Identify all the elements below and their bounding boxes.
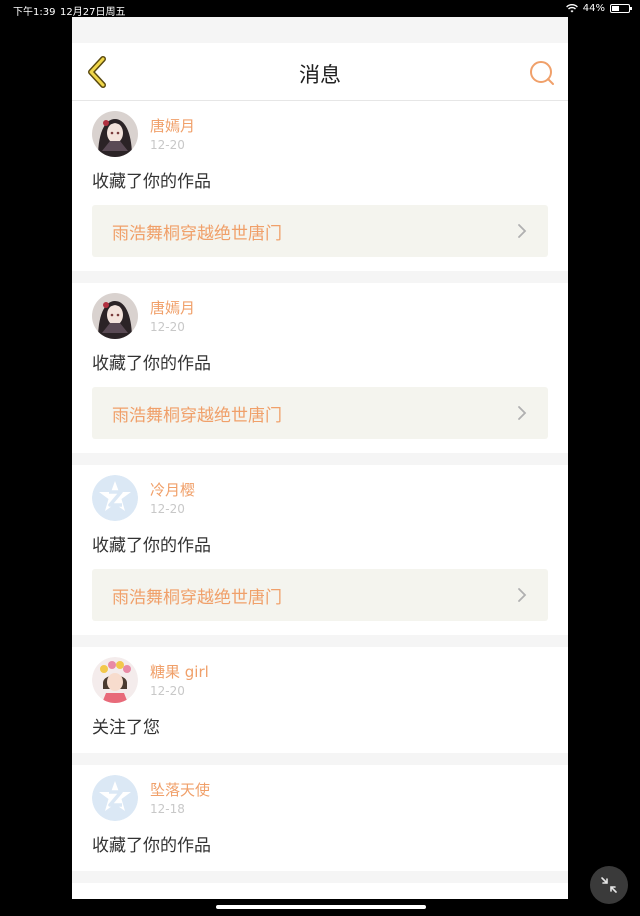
user-meta: 唐嫣月 12-20: [150, 111, 195, 153]
search-icon: [530, 61, 554, 85]
message-card: 唐嫣月 12-20 收藏了你的作品 雨浩舞桐穿越绝世唐门: [72, 283, 568, 465]
work-title: 雨浩舞桐穿越绝世唐门: [112, 587, 282, 608]
user-name[interactable]: 糖果 girl: [150, 663, 209, 681]
message-header: 冷月樱 12-20: [92, 475, 548, 525]
status-right: 44%: [565, 3, 632, 14]
work-link[interactable]: 雨浩舞桐穿越绝世唐门: [92, 569, 548, 621]
top-spacer: [72, 17, 568, 43]
search-button[interactable]: [528, 59, 556, 87]
message-header: 唐嫣月 12-20: [92, 111, 548, 161]
default-z-avatar-icon: [92, 475, 138, 521]
collapse-arrows-icon: [601, 877, 617, 893]
message-header: 坠落天使 12-18: [92, 775, 548, 825]
message-date: 12-18: [150, 802, 185, 816]
user-name[interactable]: 唐嫣月: [150, 117, 195, 135]
battery-icon: [610, 4, 632, 13]
chevron-right-icon: [518, 406, 527, 420]
avatar[interactable]: [92, 475, 138, 521]
message-action: 收藏了你的作品: [92, 172, 211, 192]
chevron-right-icon: [518, 588, 527, 602]
work-title: 雨浩舞桐穿越绝世唐门: [112, 405, 282, 426]
user-meta: 唐嫣月 12-20: [150, 293, 195, 335]
message-action: 关注了您: [92, 718, 160, 738]
anime-girl-avatar-icon: [92, 111, 138, 157]
message-date: 12-20: [150, 502, 185, 516]
wifi-icon: [565, 4, 578, 13]
message-header: 糖果 girl 12-20: [92, 657, 548, 707]
avatar[interactable]: [92, 111, 138, 157]
message-header: 唐嫣月 12-20: [92, 293, 548, 343]
home-indicator[interactable]: [216, 905, 426, 909]
user-meta: 坠落天使 12-18: [150, 775, 210, 817]
avatar[interactable]: [92, 775, 138, 821]
navigation-bar: 消息: [72, 43, 568, 101]
anime-girl-avatar-icon: [92, 293, 138, 339]
message-date: 12-20: [150, 684, 185, 698]
message-card: 坠落天使 12-18 收藏了你的作品: [72, 765, 568, 883]
page-title: 消息: [299, 63, 341, 87]
minimize-button[interactable]: [590, 866, 628, 904]
message-date: 12-20: [150, 320, 185, 334]
work-title: 雨浩舞桐穿越绝世唐门: [112, 223, 282, 244]
work-link[interactable]: 雨浩舞桐穿越绝世唐门: [92, 387, 548, 439]
status-date: 12月27日周五: [60, 7, 126, 18]
avatar[interactable]: [92, 293, 138, 339]
message-action: 收藏了你的作品: [92, 354, 211, 374]
user-name[interactable]: 冷月樱: [150, 481, 195, 499]
battery-percent: 44%: [582, 3, 605, 14]
message-action: 收藏了你的作品: [92, 836, 211, 856]
user-meta: 冷月樱 12-20: [150, 475, 195, 517]
flower-girl-avatar-icon: [92, 657, 138, 703]
user-name[interactable]: 坠落天使: [150, 781, 210, 799]
message-date: 12-20: [150, 138, 185, 152]
default-z-avatar-icon: [92, 775, 138, 821]
message-card: 糖果 girl 12-20 关注了您: [72, 647, 568, 765]
message-feed: 唐嫣月 12-20 收藏了你的作品 雨浩舞桐穿越绝世唐门 唐嫣月 12-20 收…: [72, 101, 568, 883]
user-meta: 糖果 girl 12-20: [150, 657, 209, 699]
status-bar: 下午1:39 12月27日周五 44%: [0, 0, 640, 18]
status-time: 下午1:39: [13, 7, 56, 18]
user-name[interactable]: 唐嫣月: [150, 299, 195, 317]
message-card: 唐嫣月 12-20 收藏了你的作品 雨浩舞桐穿越绝世唐门: [72, 101, 568, 283]
app-window: 消息 唐嫣月 12-20 收藏了你的作品 雨浩舞桐穿越绝世唐门 唐嫣月 12-2…: [72, 17, 568, 899]
message-card: 冷月樱 12-20 收藏了你的作品 雨浩舞桐穿越绝世唐门: [72, 465, 568, 647]
chevron-right-icon: [518, 224, 527, 238]
work-link[interactable]: 雨浩舞桐穿越绝世唐门: [92, 205, 548, 257]
message-action: 收藏了你的作品: [92, 536, 211, 556]
avatar[interactable]: [92, 657, 138, 703]
